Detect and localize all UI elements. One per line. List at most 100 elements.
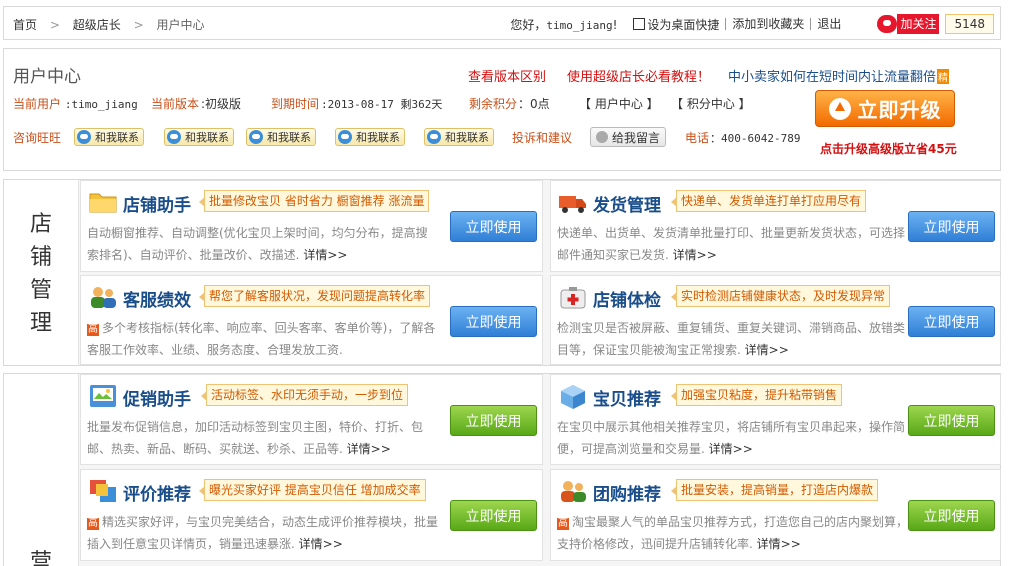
logout-link[interactable]: 退出 xyxy=(810,18,847,30)
weibo-follow-widget: 加关注 5148 xyxy=(877,14,994,34)
wangwang-icon xyxy=(249,130,263,144)
use-now-button[interactable]: 立即使用 xyxy=(450,500,537,531)
tool-title[interactable]: 发货管理 xyxy=(593,191,661,216)
details-link[interactable]: 详情>> xyxy=(757,537,801,551)
tutorial-link[interactable]: 使用超级店长必看教程！ xyxy=(567,66,710,85)
expiry-value: :2013-08-17 剩362天 xyxy=(321,98,443,111)
top-right-links: 您好，timo_jiang! 设为桌面快捷 添加到收藏夹 退出 加关注 5148 xyxy=(510,12,994,36)
tool-tagline: 批量安装，提高销量，打造店内爆款 xyxy=(670,479,879,501)
tool-card-promotion: 促销助手 活动标签、水印无须手动，一步到位 批量发布促销信息，加印活动标签到宝贝… xyxy=(80,374,543,465)
tool-card-shipping: 发货管理 快递单、发货单连打单打应用尽有 快递单、出货单、发货清单批量打印、批量… xyxy=(550,180,1001,272)
greeting-prefix: 您好， xyxy=(510,17,547,32)
contact-label: 和我联系 xyxy=(267,131,311,144)
details-link[interactable]: 详情>> xyxy=(303,248,347,262)
contact-row: 咨询旺旺 和我联系 和我联系 和我联系 和我联系 和我联系 投诉和建议 给我留言… xyxy=(13,127,800,147)
contact-label: 和我联系 xyxy=(356,131,400,144)
contact-button-2[interactable]: 和我联系 xyxy=(164,128,234,146)
upgrade-button[interactable]: 立即升级 xyxy=(815,90,955,127)
use-now-button[interactable]: 立即使用 xyxy=(908,306,995,337)
phone-value: ：400-6042-789 xyxy=(710,132,801,145)
breadcrumb-home-link[interactable]: 首页 xyxy=(13,16,37,33)
tool-title[interactable]: 店铺体检 xyxy=(593,286,661,311)
tool-tagline: 实时检测店铺健康状态，及时发现异常 xyxy=(670,285,891,307)
desktop-shortcut-link[interactable]: 设为桌面快捷 xyxy=(627,17,725,31)
tool-description-text: 检测宝贝是否被屏蔽、重复铺货、重复关键词、滞销商品、放错类目等，保证宝贝能被淘宝… xyxy=(557,321,906,357)
upgrade-button-label: 立即升级 xyxy=(857,98,942,122)
tool-description: 批量发布促销信息，加印活动标签到宝贝主图，特价、打折、包邮、热卖、新品、断码、买… xyxy=(87,416,439,460)
category-char: 管 xyxy=(29,278,52,303)
contact-label: 和我联系 xyxy=(445,131,489,144)
use-now-button[interactable]: 立即使用 xyxy=(908,405,995,436)
contact-button-4[interactable]: 和我联系 xyxy=(335,128,405,146)
details-link[interactable]: 详情>> xyxy=(709,442,753,456)
tool-title[interactable]: 评价推荐 xyxy=(123,480,191,505)
use-now-button[interactable]: 立即使用 xyxy=(450,306,537,337)
suggest-label: 投诉和建议 xyxy=(512,131,573,145)
tool-description: 自动橱窗推荐、自动调整(优化宝贝上架时间，均匀分布，提高搜索排名)、自动评价、批… xyxy=(87,222,439,266)
tool-tagline: 曝光买家好评 提高宝贝信任 增加成交率 xyxy=(199,479,426,501)
tool-card-review-recommend: 评价推荐 曝光买家好评 提高宝贝信任 增加成交率 高精选买家好评，与宝贝完美结合… xyxy=(80,469,543,561)
user-center-link[interactable]: 【 用户中心 】 xyxy=(579,95,659,112)
current-user-value: :timo_jiang xyxy=(64,98,138,111)
tool-title[interactable]: 促销助手 xyxy=(123,385,191,410)
tool-description: 高多个考核指标(转化率、响应率、回头客率、客单价等)，了解各客服工作效率、业绩、… xyxy=(87,317,439,361)
version-compare-link[interactable]: 查看版本区别 xyxy=(468,66,546,85)
box-icon xyxy=(561,385,585,409)
category-char: 理 xyxy=(29,311,52,336)
leave-message-button[interactable]: 给我留言 xyxy=(590,127,667,147)
category-char: 铺 xyxy=(29,245,52,270)
tool-title[interactable]: 客服绩效 xyxy=(123,286,191,311)
promo-icon xyxy=(90,385,116,407)
consult-label: 咨询旺旺 xyxy=(13,131,62,145)
greeting-suffix: ! xyxy=(612,17,618,32)
advanced-badge: 高 xyxy=(87,518,99,530)
wangwang-icon xyxy=(338,130,352,144)
group-icon xyxy=(561,481,586,502)
tool-tagline: 快递单、发货单连打单打应用尽有 xyxy=(670,190,867,212)
people-icon xyxy=(91,287,116,308)
add-favorite-link[interactable]: 添加到收藏夹 xyxy=(725,18,810,30)
medkit-icon xyxy=(560,287,586,309)
current-user-label: 当前用户 xyxy=(13,97,62,111)
use-now-button[interactable]: 立即使用 xyxy=(908,500,995,531)
marketing-section: 营 促销助手 活动标签、水印无须手动，一步到位 批量发布促销信息，加印活动标签到… xyxy=(3,373,1001,566)
tool-tagline: 活动标签、水印无须手动，一步到位 xyxy=(200,384,409,406)
details-link[interactable]: 详情>> xyxy=(745,343,789,357)
tool-title[interactable]: 宝贝推荐 xyxy=(593,385,661,410)
breadcrumb: 首页 > 超级店长 > 用户中心 xyxy=(13,16,204,33)
pin-icon xyxy=(633,18,646,30)
traffic-tips-link[interactable]: 中小卖家如何在短时间内让流量翻倍精 xyxy=(728,66,950,85)
featured-badge: 精 xyxy=(937,69,950,84)
details-link[interactable]: 详情>> xyxy=(299,537,343,551)
contact-button-3[interactable]: 和我联系 xyxy=(246,128,316,146)
points-center-link[interactable]: 【 积分中心 】 xyxy=(671,95,751,112)
contact-label: 和我联系 xyxy=(185,131,229,144)
tool-description: 高精选买家好评，与宝贝完美结合，动态生成评价推荐模块，批量插入到任意宝贝详情页，… xyxy=(87,511,439,555)
tool-title[interactable]: 店铺助手 xyxy=(123,191,191,216)
user-center-panel: 用户中心 查看版本区别 使用超级店长必看教程！ 中小卖家如何在短时间内让流量翻倍… xyxy=(3,48,1001,171)
category-label-store-management: 店 铺 管 理 xyxy=(4,180,79,365)
advanced-badge: 高 xyxy=(87,324,99,336)
details-link[interactable]: 详情>> xyxy=(347,442,391,456)
use-now-button[interactable]: 立即使用 xyxy=(908,211,995,242)
tool-card-store-assistant: 店铺助手 批量修改宝贝 省时省力 橱窗推荐 涨流量 自动橱窗推荐、自动调整(优化… xyxy=(80,180,543,272)
use-now-button[interactable]: 立即使用 xyxy=(450,211,537,242)
weibo-follow-button[interactable]: 加关注 xyxy=(897,14,940,34)
upgrade-note: 点击升级高级版立省45元 xyxy=(820,142,957,156)
details-link[interactable]: 详情>> xyxy=(673,248,717,262)
current-version-label: 当前版本 xyxy=(151,97,200,111)
tool-card-group-buy: 团购推荐 批量安装，提高销量，打造店内爆款 高淘宝最聚人气的单品宝贝推荐方式，打… xyxy=(550,469,1001,561)
category-label-marketing: 营 xyxy=(4,374,79,566)
upgrade-arrow-icon xyxy=(828,97,851,120)
traffic-tips-label: 中小卖家如何在短时间内让流量翻倍 xyxy=(728,70,937,85)
contact-button-1[interactable]: 和我联系 xyxy=(74,128,144,146)
tool-description-text: 淘宝最聚人气的单品宝贝推荐方式，打造您自己的店内聚划算，支持价格修改，迅间提升店… xyxy=(557,515,909,551)
desktop-shortcut-label: 设为桌面快捷 xyxy=(647,18,720,32)
use-now-button[interactable]: 立即使用 xyxy=(450,405,537,436)
wangwang-icon xyxy=(77,130,91,144)
tool-title[interactable]: 团购推荐 xyxy=(593,480,661,505)
review-icon xyxy=(90,480,116,502)
leave-message-label: 给我留言 xyxy=(612,130,661,145)
breadcrumb-store-link[interactable]: 超级店长 xyxy=(73,16,121,33)
contact-button-5[interactable]: 和我联系 xyxy=(424,128,494,146)
